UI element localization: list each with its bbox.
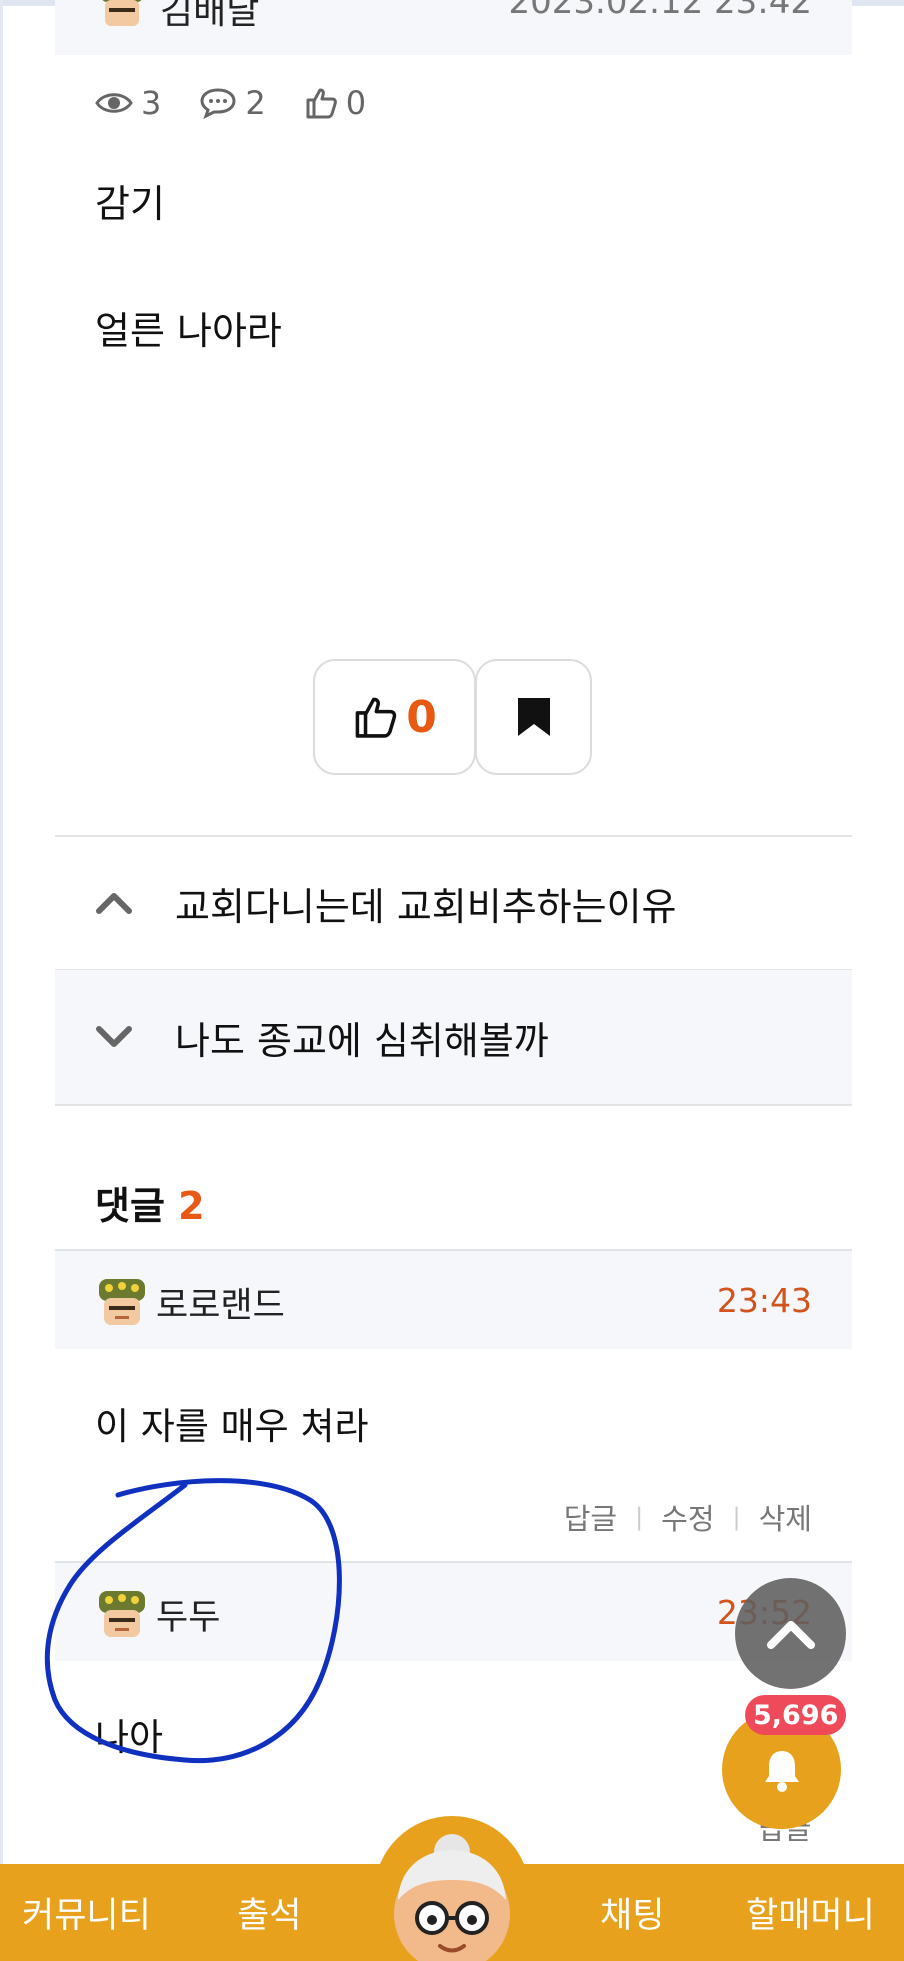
comments-heading-label: 댓글	[95, 1184, 165, 1228]
thumbs-up-icon	[355, 697, 397, 738]
comments-count: 2	[245, 84, 266, 122]
post-body: 감기 얼른 나아라	[95, 178, 282, 432]
eye-icon	[95, 93, 133, 113]
chevron-up-icon	[766, 1620, 815, 1649]
scroll-to-top-button[interactable]	[735, 1578, 846, 1689]
next-post-title: 나도 종교에 심취해볼까	[175, 1018, 549, 1063]
chevron-down-icon	[95, 1025, 155, 1049]
prev-post-link[interactable]: 교회다니는데 교회비추하는이유	[55, 835, 852, 971]
comments-stat: 2	[199, 84, 266, 122]
prev-post-title: 교회다니는데 교회비추하는이유	[175, 884, 677, 929]
edit-button[interactable]: 수정	[661, 1496, 714, 1538]
tab-community[interactable]: 커뮤니티	[22, 1864, 151, 1961]
bell-icon	[764, 1750, 799, 1792]
comment-author[interactable]: 로로랜드	[156, 1277, 285, 1328]
author-avatar-icon	[102, 0, 142, 26]
grandma-home-icon[interactable]	[380, 1822, 524, 1961]
like-button[interactable]: 0	[313, 659, 476, 775]
reply-button[interactable]: 답글	[564, 1496, 617, 1538]
bookmark-button[interactable]	[475, 659, 592, 775]
post-stats: 3 2 0	[95, 80, 404, 126]
action-separator: |	[635, 1503, 644, 1531]
comment-text: 이 자를 매우 쳐라	[95, 1405, 369, 1448]
post-author-header: 김배달 2023.02.12 23:42	[55, 0, 852, 55]
author-name[interactable]: 김배달	[160, 0, 259, 34]
comment-actions: 답글 | 수정 | 삭제	[564, 1496, 812, 1538]
comments-heading: 댓글 2	[95, 1175, 205, 1230]
next-post-link[interactable]: 나도 종교에 심취해볼까	[55, 970, 852, 1106]
user-avatar-icon	[99, 1279, 145, 1325]
tab-chat[interactable]: 채팅	[600, 1864, 664, 1961]
post-line: 감기	[95, 182, 165, 226]
user-avatar-icon	[99, 1591, 145, 1637]
bookmark-icon	[517, 698, 550, 736]
comment-header: 로로랜드 23:43	[55, 1249, 852, 1349]
comment-text: 나아	[95, 1716, 164, 1759]
likes-count: 0	[345, 84, 367, 122]
action-separator: |	[732, 1503, 741, 1531]
tab-grandma-money[interactable]: 할매머니	[746, 1864, 875, 1961]
thumbs-up-icon	[306, 88, 337, 119]
comment-author[interactable]: 두두	[156, 1589, 220, 1640]
post-line: 얼른 나아라	[95, 309, 282, 353]
comment-header: 두두 23:52	[55, 1561, 852, 1661]
post-datetime: 2023.02.12 23:42	[508, 0, 812, 22]
views-stat: 3	[95, 84, 161, 122]
tab-attendance[interactable]: 출석	[237, 1864, 301, 1961]
left-edge	[0, 0, 3, 1961]
views-count: 3	[141, 84, 162, 122]
delete-button[interactable]: 삭제	[759, 1496, 812, 1538]
chevron-up-icon	[95, 891, 155, 915]
comments-heading-count: 2	[178, 1184, 205, 1228]
like-button-count: 0	[406, 691, 437, 743]
comment-time: 23:43	[716, 1281, 812, 1320]
speech-bubble-icon	[200, 88, 236, 119]
likes-stat: 0	[304, 84, 366, 122]
notification-badge: 5,696	[745, 1695, 847, 1735]
